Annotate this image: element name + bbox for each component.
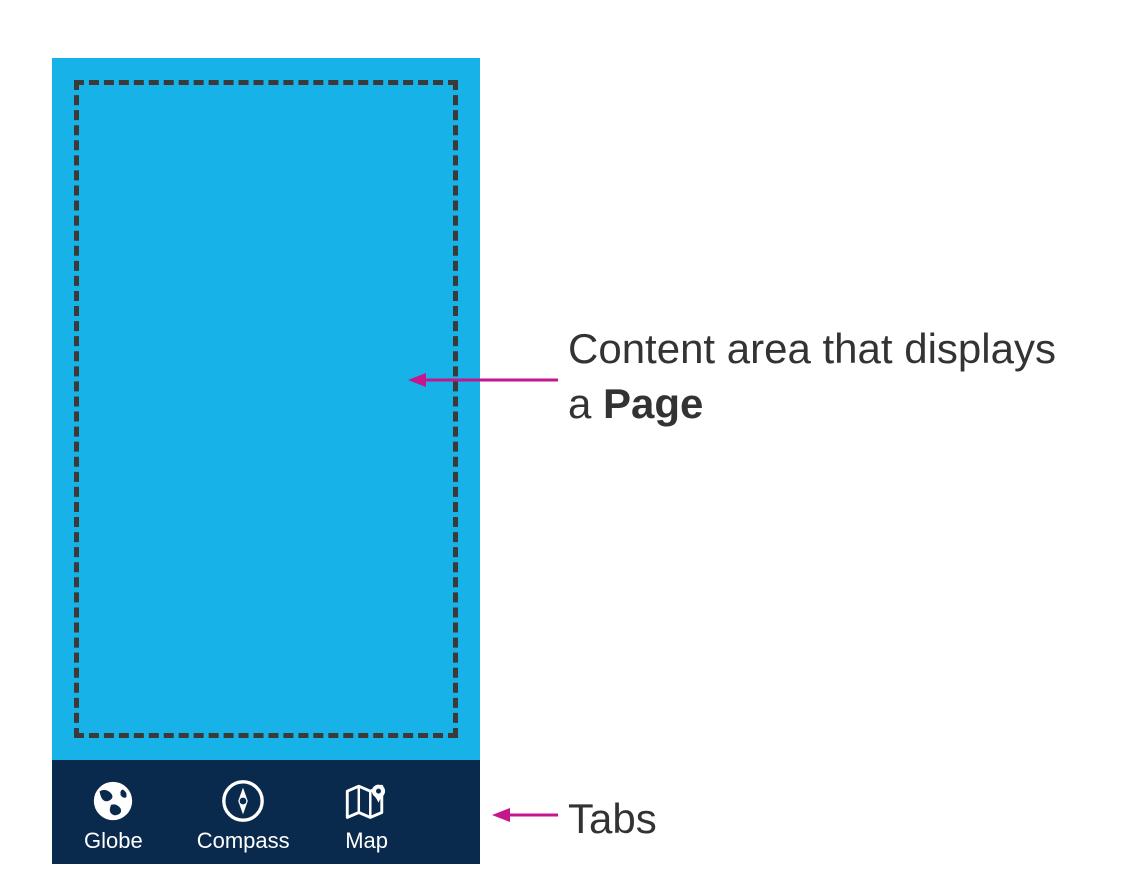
phone-frame: Globe Compass: [52, 58, 480, 864]
tab-compass[interactable]: Compass: [197, 778, 290, 854]
map-icon: [344, 778, 390, 824]
tab-globe[interactable]: Globe: [84, 778, 143, 854]
annotation-tabs: Tabs: [568, 792, 657, 847]
arrow-to-content: [408, 370, 558, 390]
tab-map[interactable]: Map: [344, 778, 390, 854]
tab-label: Map: [345, 828, 388, 854]
annotation-content-area: Content area that displays a Page: [568, 322, 1088, 431]
tab-label: Globe: [84, 828, 143, 854]
tab-label: Compass: [197, 828, 290, 854]
page-content-region: [74, 80, 458, 738]
arrow-to-tabs: [492, 805, 558, 825]
globe-icon: [90, 778, 136, 824]
compass-icon: [220, 778, 266, 824]
tab-bar: Globe Compass: [52, 760, 480, 864]
content-area: [52, 58, 480, 760]
